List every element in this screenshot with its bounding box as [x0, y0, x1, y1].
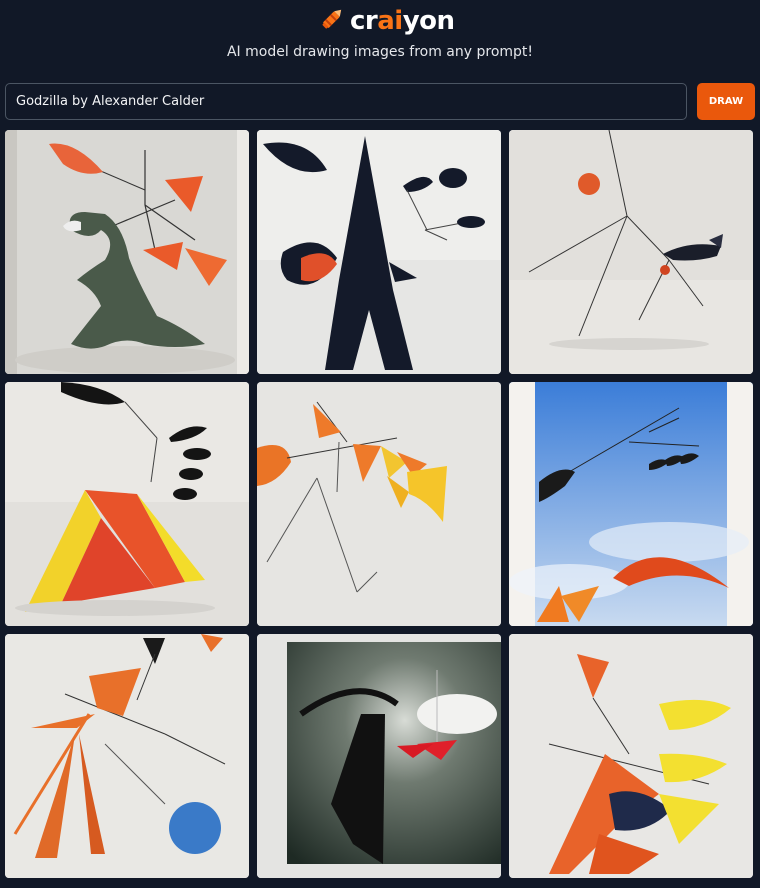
brand-prefix: cr: [350, 6, 378, 36]
result-image-5[interactable]: [257, 382, 501, 626]
draw-button[interactable]: DRAW: [697, 83, 755, 120]
prompt-input[interactable]: [5, 83, 687, 120]
result-image-6[interactable]: [509, 382, 753, 626]
brand-accent: ai: [377, 6, 403, 36]
app-page: craiyon AI model drawing images from any…: [0, 0, 760, 888]
result-image-8[interactable]: [257, 634, 501, 878]
result-image-1[interactable]: [5, 130, 249, 374]
crayon-icon: [318, 5, 346, 37]
tagline: AI model drawing images from any prompt!: [226, 44, 534, 60]
brand-name: craiyon: [350, 4, 455, 38]
result-image-4[interactable]: [5, 382, 249, 626]
brand-suffix: yon: [402, 6, 455, 36]
result-image-3[interactable]: [509, 130, 753, 374]
result-image-9[interactable]: [509, 634, 753, 878]
result-image-2[interactable]: [257, 130, 501, 374]
logo[interactable]: craiyon: [318, 4, 455, 38]
result-image-7[interactable]: [5, 634, 249, 878]
